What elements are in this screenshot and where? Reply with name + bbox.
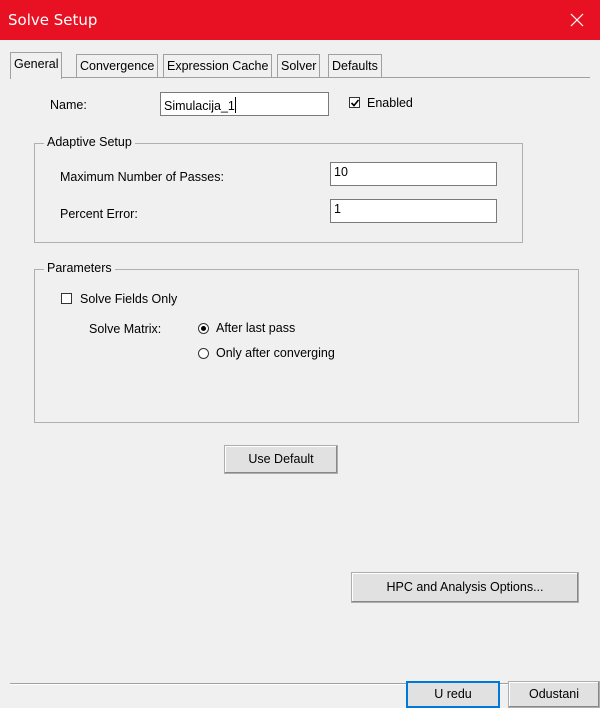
radio-selected-dot [201,326,206,331]
text-caret [234,97,236,113]
solve-matrix-label: Solve Matrix: [89,322,162,336]
only-after-converging-label: Only after converging [216,346,335,360]
close-icon [570,13,584,27]
window-title: Solve Setup [8,11,98,29]
tab-general[interactable]: General [10,52,63,79]
solve-fields-only-checkbox[interactable] [61,293,72,304]
name-input-value: Simulacija_1 [164,99,235,113]
ok-button[interactable]: U redu [406,681,500,708]
radio-only-after-converging[interactable] [198,348,209,359]
tab-convergence[interactable]: Convergence [76,54,159,77]
footer-separator [10,683,590,685]
after-last-pass-label: After last pass [216,321,296,335]
tab-panel [10,77,590,78]
adaptive-setup-group: Adaptive Setup [34,135,523,243]
solve-fields-only-label: Solve Fields Only [80,292,178,306]
max-passes-input[interactable]: 10 [330,162,497,186]
name-input[interactable]: Simulacija_1 [160,92,329,116]
percent-error-label: Percent Error: [60,207,138,221]
percent-error-input[interactable]: 1 [330,199,497,223]
title-bar: Solve Setup [0,0,600,40]
close-button[interactable] [554,0,600,40]
use-default-button[interactable]: Use Default [224,445,338,474]
radio-after-last-pass[interactable] [198,323,209,334]
enabled-checkbox[interactable] [349,97,360,108]
tab-defaults[interactable]: Defaults [328,54,382,77]
name-label: Name: [50,98,87,112]
tab-expression-cache[interactable]: Expression Cache [163,54,273,77]
enabled-label: Enabled [367,96,413,110]
max-passes-label: Maximum Number of Passes: [60,170,224,184]
adaptive-setup-legend: Adaptive Setup [44,135,135,149]
checkmark-icon [350,99,360,107]
parameters-legend: Parameters [44,261,115,275]
hpc-analysis-options-button[interactable]: HPC and Analysis Options... [351,572,579,603]
cancel-button[interactable]: Odustani [508,681,600,708]
tab-solver[interactable]: Solver [277,54,321,77]
